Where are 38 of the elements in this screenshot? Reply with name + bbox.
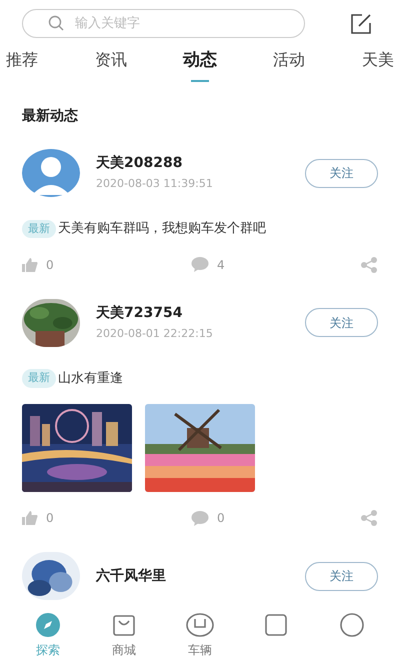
avatar-icon	[22, 149, 80, 197]
post-text: 天美有购车群吗，我想购车发个群吧	[58, 220, 266, 238]
follow-button[interactable]: 关注	[305, 308, 378, 337]
tab[interactable]: 动态	[178, 48, 222, 82]
comment-count: 4	[217, 256, 225, 274]
post-time: 2020-08-01 22:22:15	[96, 326, 214, 342]
follow-button[interactable]: 关注	[305, 158, 378, 188]
comment-icon[interactable]	[191, 257, 209, 272]
like-count: 0	[46, 510, 54, 527]
square-icon	[263, 612, 289, 638]
bag-icon	[111, 612, 137, 638]
user-name: 六千风华里	[96, 567, 167, 586]
tab[interactable]: 推荐	[0, 48, 44, 80]
like-count: 0	[46, 256, 54, 274]
share-icon[interactable]	[360, 256, 378, 272]
nav-item[interactable]: 车辆	[170, 612, 230, 662]
nav-item[interactable]: 商城	[94, 612, 154, 662]
nav-item[interactable]: 探索	[18, 612, 78, 662]
user-name: 天美208288	[96, 154, 184, 174]
user-name: 天美723754	[96, 304, 184, 323]
search-icon	[48, 15, 64, 31]
tab[interactable]: 活动	[267, 48, 311, 80]
thumbs-up-icon[interactable]	[22, 258, 38, 272]
post-text: 山水有重逢	[58, 370, 123, 388]
thumbs-up-icon[interactable]	[22, 511, 38, 525]
comment-icon[interactable]	[191, 510, 209, 526]
compass-icon	[35, 612, 61, 638]
tab[interactable]: 资讯	[89, 48, 133, 80]
edit-icon[interactable]	[350, 12, 372, 34]
section-title: 最新动态	[22, 106, 79, 126]
comment-count: 0	[217, 510, 225, 527]
search-field[interactable]: 输入关键字	[22, 9, 305, 38]
post-time: 2020-08-03 11:39:51	[96, 176, 214, 192]
share-icon[interactable]	[360, 510, 378, 526]
follow-button[interactable]: 关注	[305, 562, 378, 590]
new-tag: 最新	[22, 220, 56, 238]
new-tag: 最新	[22, 369, 56, 388]
tab[interactable]: 天美	[356, 48, 400, 80]
